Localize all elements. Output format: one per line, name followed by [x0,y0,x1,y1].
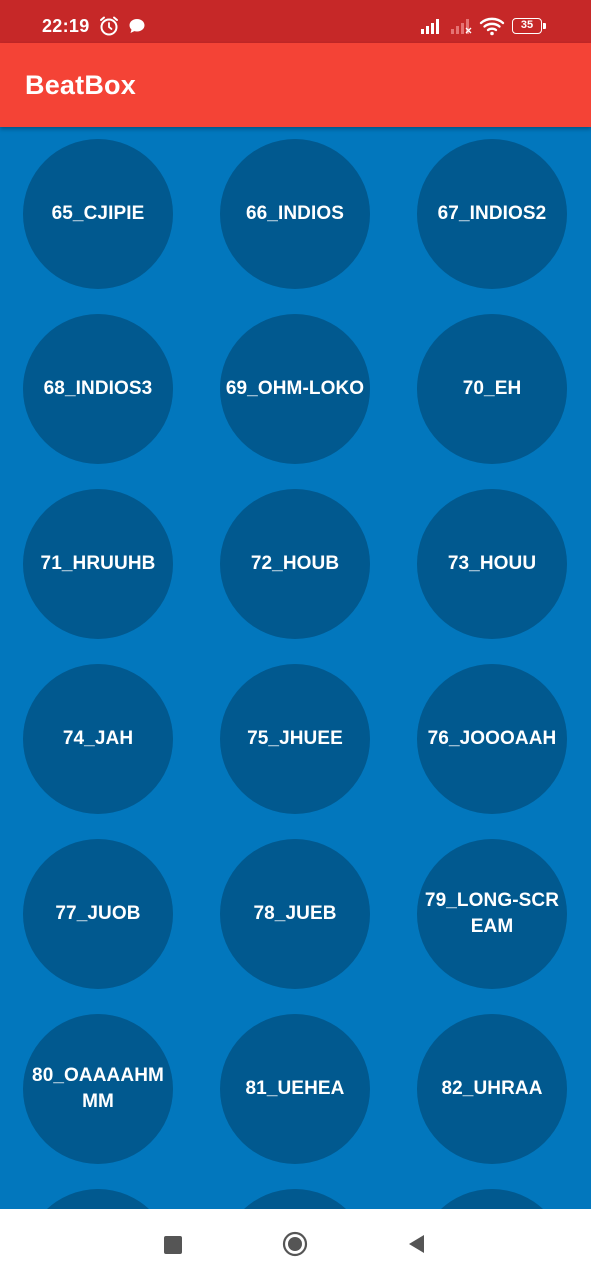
sound-button[interactable]: 74_JAH [23,664,173,814]
sound-button-label: 75_JHUEE [247,728,343,749]
recents-square-icon[interactable] [164,1236,182,1254]
sound-button[interactable]: 72_HOUB [220,489,370,639]
back-triangle-icon[interactable] [406,1233,426,1255]
sound-button-label: 80_OAAAAHMMM [32,1065,164,1112]
sound-button[interactable]: 70_EH [417,314,567,464]
sound-button-label: 71_HRUUHB [40,553,156,574]
sound-button[interactable]: 77_JUOB [23,839,173,989]
signal-off-icon [451,19,472,34]
signal-icon [421,19,439,34]
sound-button-label: 70_EH [462,378,522,399]
sound-button[interactable]: 76_JOOOAAH [417,664,567,814]
battery-icon: 35 [512,18,542,34]
sound-button-label: 66_INDIOS [245,203,345,224]
sound-button[interactable] [220,1189,370,1209]
sound-button[interactable]: 81_UEHEA [220,1014,370,1164]
wifi-icon [479,17,505,36]
app-title: BeatBox [25,70,136,100]
sound-grid[interactable]: 65_CJIPIE 66_INDIOS 67_INDIOS2 68_INDIOS3 69… [0,127,591,1209]
sound-button-label: 69_OHM-LOKO [225,378,365,399]
sound-button-label: 77_JUOB [55,903,141,924]
sound-button-label: 65_CJIPIE [51,203,145,224]
battery-tip [543,23,546,29]
sound-button-label: 82_UHRAA [441,1078,543,1099]
app-bar: BeatBox [0,43,591,127]
home-circle-icon[interactable] [282,1231,308,1257]
sound-button[interactable]: 71_HRUUHB [23,489,173,639]
sound-button[interactable]: 68_INDIOS3 [23,314,173,464]
sound-button[interactable]: 69_OHM-LOKO [220,314,370,464]
sound-button-label: 76_JOOOAAH [427,728,557,749]
chat-icon [129,19,145,33]
sound-button-label: 81_UEHEA [245,1078,345,1099]
sound-button[interactable]: 79_LONG-SCREAM [417,839,567,989]
sound-button[interactable]: 75_JHUEE [220,664,370,814]
sound-button-label: 74_JAH [62,728,134,749]
navigation-bar [0,1209,591,1280]
sound-button[interactable]: 65_CJIPIE [23,139,173,289]
status-bar: 22:19 35 [0,0,591,43]
sound-button[interactable] [23,1189,173,1209]
status-time: 22:19 [42,16,90,36]
sound-button-label: 73_HOUU [447,553,537,574]
sound-button[interactable] [417,1189,567,1209]
sound-button[interactable]: 66_INDIOS [220,139,370,289]
sound-button[interactable]: 73_HOUU [417,489,567,639]
sound-button-label: 67_INDIOS2 [437,203,547,224]
sound-button-label: 68_INDIOS3 [43,378,153,399]
sound-button-label: 79_LONG-SCREAM [424,890,560,937]
sound-button[interactable]: 78_JUEB [220,839,370,989]
sound-button[interactable]: 82_UHRAA [417,1014,567,1164]
sound-button[interactable]: 67_INDIOS2 [417,139,567,289]
sound-button-label: 72_HOUB [250,553,340,574]
battery-level: 35 [520,19,534,31]
sound-button-label: 78_JUEB [253,903,337,924]
alarm-icon [100,16,118,36]
sound-button[interactable]: 80_OAAAAHMMM [23,1014,173,1164]
